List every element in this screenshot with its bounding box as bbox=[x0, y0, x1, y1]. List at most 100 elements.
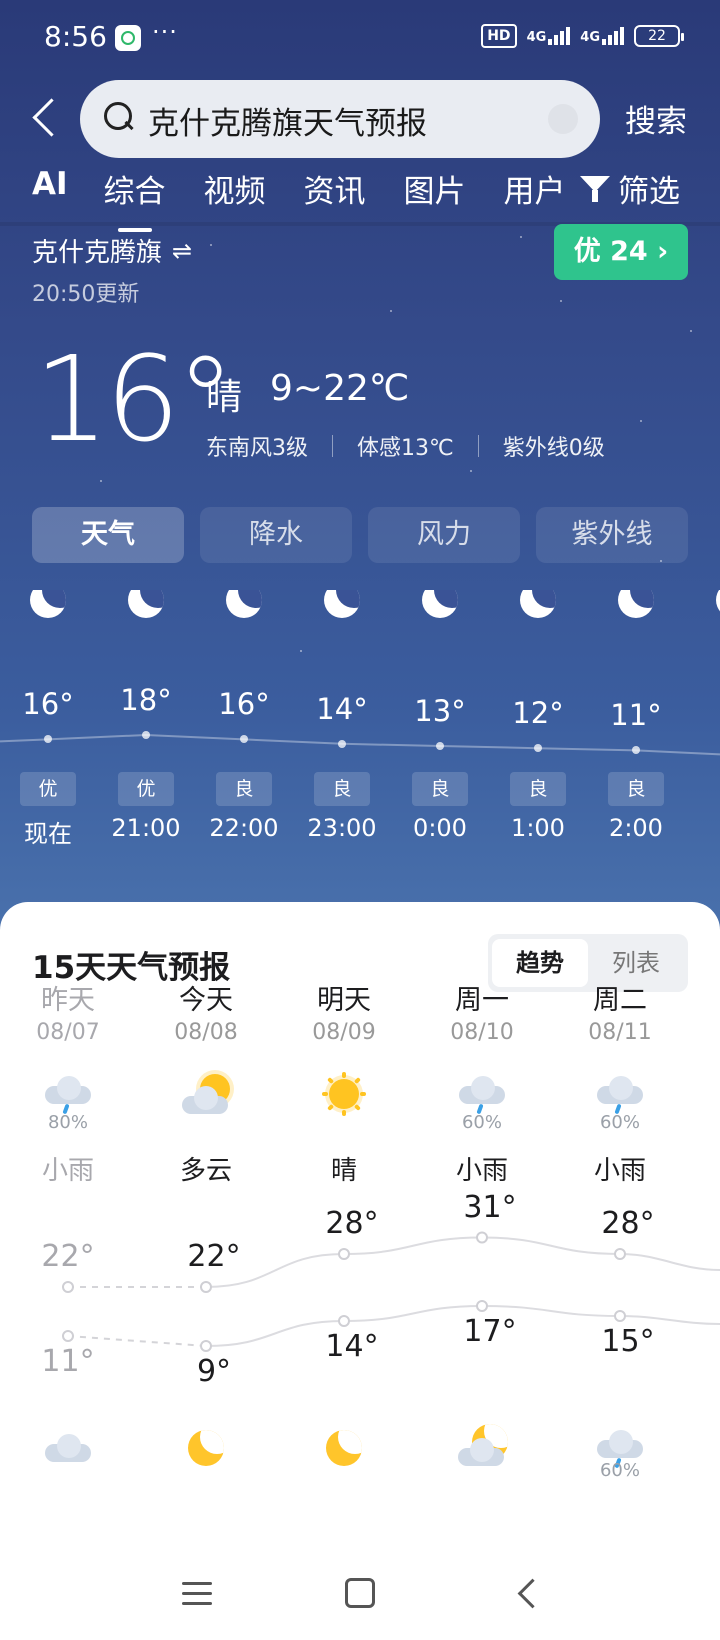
tab-video[interactable]: 视频 bbox=[204, 166, 266, 216]
cloud-icon bbox=[44, 1428, 92, 1468]
network-label-1: 4G bbox=[526, 30, 547, 45]
tab-users[interactable]: 用户 bbox=[504, 166, 566, 216]
hourly-temp-dot bbox=[142, 731, 150, 739]
light-rain-icon bbox=[44, 1074, 92, 1115]
tab-ai[interactable]: AI bbox=[32, 166, 68, 216]
hourly-temp: 18° bbox=[120, 683, 172, 717]
nav-back-icon[interactable] bbox=[516, 1580, 542, 1606]
tab-uv[interactable]: 紫外线 bbox=[536, 507, 688, 563]
forecast-condition: 多云 bbox=[179, 1156, 232, 1186]
app-notification-icon bbox=[115, 25, 141, 51]
low-temp: 14° bbox=[325, 1329, 379, 1364]
hourly-temp: 12° bbox=[512, 696, 564, 731]
hourly-temp: 16° bbox=[218, 687, 270, 722]
low-temp: 9° bbox=[196, 1354, 232, 1389]
hourly-temp-line-path bbox=[0, 733, 720, 756]
cloud-shape bbox=[45, 1076, 91, 1104]
moon-shape bbox=[326, 1430, 362, 1466]
hourly-time: 3 bbox=[685, 814, 720, 842]
back-icon[interactable] bbox=[28, 96, 68, 142]
clear-icon[interactable] bbox=[548, 104, 578, 134]
hourly-time: 现在 bbox=[24, 820, 72, 848]
hourly-forecast[interactable]: 16° 优现在 18° 优 21:00 16° 良 22:00 14° 良 23:00 13° 良 0:0… bbox=[0, 590, 720, 890]
hourly-aqi-badge: 优 bbox=[20, 772, 76, 806]
hourly-aqi-badge: 良 bbox=[510, 772, 566, 806]
light-rain-icon bbox=[458, 1074, 506, 1115]
system-nav-bar bbox=[0, 1560, 720, 1640]
hourly-temp: 14° bbox=[316, 691, 368, 726]
cloud-shape bbox=[182, 1086, 228, 1114]
search-button[interactable]: 搜索 bbox=[625, 96, 687, 141]
forecast-date: 08/09 bbox=[312, 1020, 376, 1045]
forecast-date: 08/11 bbox=[588, 1020, 652, 1045]
swap-icon: ⇌ bbox=[172, 236, 193, 265]
forecast-date: 08/10 bbox=[450, 1020, 514, 1045]
temperature-range: 9~22℃ bbox=[270, 368, 410, 409]
home-icon[interactable] bbox=[345, 1578, 375, 1608]
hd-voice-icon: HD bbox=[481, 24, 517, 48]
hourly-temp-line bbox=[0, 733, 720, 756]
precip-chance: 60% bbox=[599, 1112, 640, 1133]
low-temp: 11° bbox=[41, 1344, 95, 1379]
search-input[interactable]: 克什克腾旗天气预报 bbox=[80, 80, 600, 158]
network-label-2: 4G bbox=[580, 30, 600, 45]
hourly-time: 22:00 bbox=[209, 814, 279, 842]
filter-icon bbox=[580, 174, 610, 204]
forecast-condition: 小雨 bbox=[455, 1156, 508, 1186]
feels-like: 体感13℃ bbox=[357, 436, 454, 461]
current-condition: 晴 bbox=[206, 377, 243, 418]
hourly-temp: 16° bbox=[22, 687, 74, 722]
menu-icon[interactable] bbox=[182, 1582, 212, 1606]
tab-wind[interactable]: 风力 bbox=[368, 507, 520, 563]
high-temp-line bbox=[205, 1236, 720, 1288]
aqi-badge[interactable]: 优 24 › bbox=[554, 224, 688, 280]
metric-tabs: 天气 降水 风力 紫外线 bbox=[32, 507, 688, 563]
filter-label: 筛选 bbox=[618, 174, 680, 210]
high-temp: 31° bbox=[463, 1189, 517, 1225]
precip-chance: 80% bbox=[47, 1112, 88, 1133]
signal-1-icon: 4G bbox=[527, 27, 571, 45]
forecast-date: 08/08 bbox=[174, 1020, 238, 1045]
moon-cloud-icon bbox=[458, 1424, 508, 1468]
tab-weather[interactable]: 天气 bbox=[32, 507, 184, 563]
search-query: 克什克腾旗天气预报 bbox=[148, 106, 427, 142]
cloud-shape bbox=[45, 1434, 91, 1462]
hourly-aqi-badge: 良 bbox=[314, 772, 370, 806]
high-temp: 28° bbox=[601, 1206, 655, 1241]
battery-icon: 22 bbox=[634, 25, 684, 47]
update-time: 20:50更新 bbox=[32, 282, 140, 307]
low-temp-line-point bbox=[338, 1315, 350, 1327]
hourly-aqi-badge: 良 bbox=[216, 772, 272, 806]
details-separator bbox=[477, 435, 479, 457]
forecast-day: 昨天 bbox=[41, 985, 95, 1016]
night-precip-chance: 60% bbox=[599, 1460, 640, 1481]
wind-info: 东南风3级 bbox=[206, 436, 308, 461]
forecast-day: 明天 bbox=[317, 985, 371, 1016]
cloud-shape bbox=[459, 1076, 505, 1104]
tab-all[interactable]: 综合 bbox=[104, 166, 166, 232]
city-selector[interactable]: 克什克腾旗 ⇌ bbox=[32, 232, 192, 269]
forecast-day: 周二 bbox=[593, 985, 647, 1016]
high-temp: 22° bbox=[187, 1239, 241, 1274]
tab-images[interactable]: 图片 bbox=[404, 166, 466, 216]
low-temp-line-point bbox=[614, 1310, 626, 1322]
tab-news[interactable]: 资讯 bbox=[304, 166, 366, 216]
details-separator bbox=[332, 435, 333, 457]
moon-icon bbox=[320, 1428, 368, 1468]
moon-icon bbox=[182, 1428, 230, 1468]
high-temp-line-point bbox=[476, 1231, 488, 1244]
hourly-time: 2:00 bbox=[609, 814, 663, 842]
filter-button[interactable]: 筛选 bbox=[580, 166, 680, 211]
low-temp-line-point bbox=[200, 1340, 212, 1352]
city-name: 克什克腾旗 bbox=[32, 238, 163, 268]
uv-index: 紫外线0级 bbox=[502, 436, 605, 461]
tab-precipitation[interactable]: 降水 bbox=[200, 507, 352, 563]
forecast-date: 08/07 bbox=[36, 1020, 100, 1045]
hourly-aqi-badge: 良 bbox=[608, 772, 664, 806]
partly-cloudy-icon bbox=[182, 1074, 230, 1114]
more-notifications-icon: ··· bbox=[152, 18, 178, 46]
hourly-time: 1:00 bbox=[511, 814, 565, 842]
search-icon bbox=[104, 102, 134, 132]
hourly-time: 0:00 bbox=[413, 814, 467, 842]
light-rain-icon bbox=[596, 1074, 644, 1115]
